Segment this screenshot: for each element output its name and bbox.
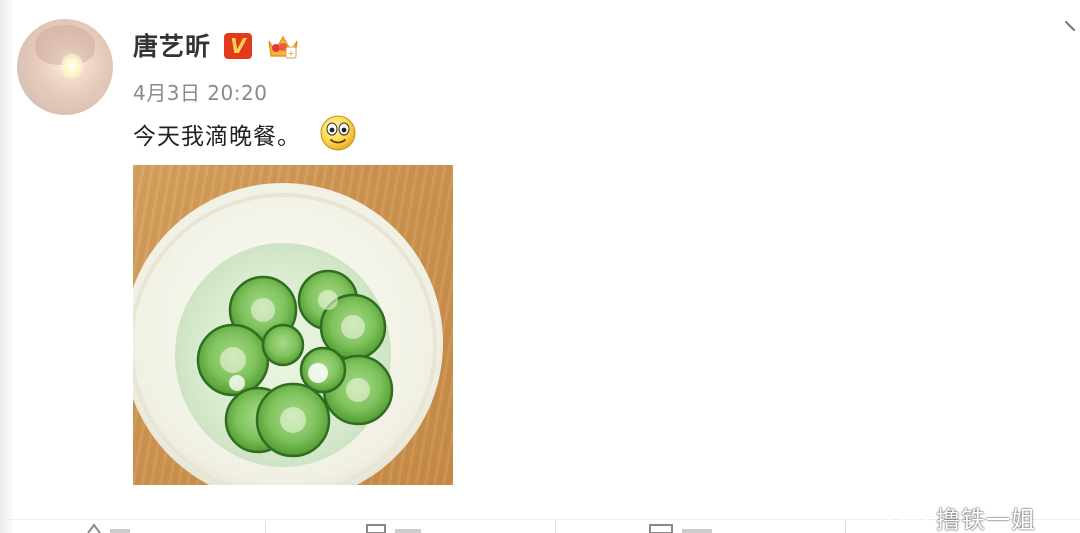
- svg-text:+: +: [288, 49, 295, 58]
- avatar[interactable]: [17, 19, 113, 115]
- watermark-text: 撸铁一姐: [936, 506, 1036, 533]
- watermark: 撸铁一姐: [886, 502, 1036, 533]
- post-photo[interactable]: [133, 165, 453, 485]
- cucumber-bowl-image: [133, 183, 443, 485]
- smiley-emoji-icon: [320, 115, 356, 151]
- post-text: 今天我滴晚餐。: [133, 124, 301, 150]
- post-timestamp[interactable]: 4月3日 20:20: [133, 77, 267, 106]
- username[interactable]: 唐艺昕: [133, 27, 211, 63]
- avatar-glow: [61, 53, 83, 79]
- forward-icon[interactable]: [365, 523, 425, 533]
- like-icon[interactable]: [82, 523, 132, 533]
- footer-separator: [555, 521, 556, 533]
- footer-separator: [265, 521, 266, 533]
- left-shadow: [0, 0, 14, 533]
- verified-badge-icon: V: [224, 33, 252, 59]
- chevron-down-icon[interactable]: [1064, 16, 1080, 36]
- crown-badge-icon: +: [268, 35, 298, 59]
- comment-icon[interactable]: [648, 523, 718, 533]
- wechat-icon: [887, 503, 929, 532]
- footer-separator: [845, 521, 846, 533]
- weibo-post: 唐艺昕 V + 4月3日 20:20 今天我滴晚餐。 撸铁一姐: [0, 0, 1080, 533]
